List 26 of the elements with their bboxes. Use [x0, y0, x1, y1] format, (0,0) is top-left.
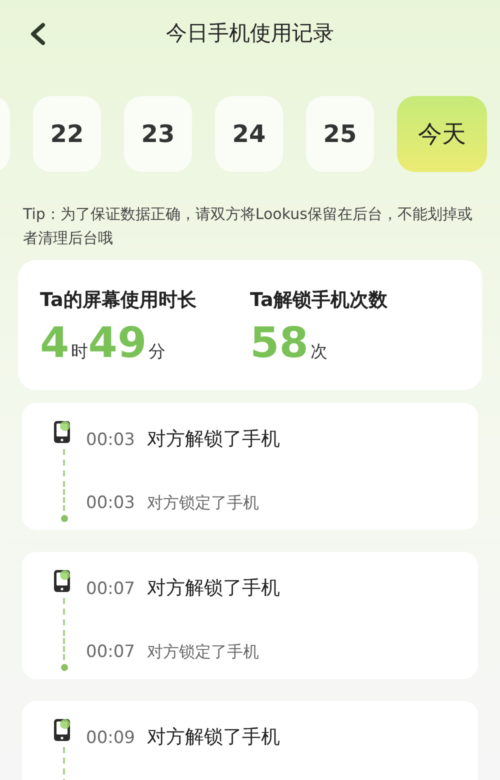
date-tab[interactable]: 23 [124, 96, 192, 172]
event-time: 00:03 [86, 429, 135, 452]
tip-text: Tip：为了保证数据正确，请双方将Lookus保留在后台，不能划掉或者清理后台哦 [23, 204, 474, 249]
page-title: 今日手机使用记录 [166, 20, 334, 48]
stat-unit: 分 [148, 340, 166, 364]
stat-label: Ta解锁手机次数 [250, 288, 388, 313]
date-tab[interactable]: 25 [306, 96, 374, 172]
event-time: 00:07 [86, 578, 135, 601]
event-text: 对方解锁了手机 [147, 725, 280, 750]
stat-unit: 次 [310, 340, 328, 364]
date-tab[interactable]: 22 [33, 96, 101, 172]
event-text: 对方解锁了手机 [147, 576, 280, 601]
event-time: 00:07 [86, 641, 135, 664]
stat-label: Ta的屏幕使用时长 [40, 288, 198, 313]
back-icon[interactable] [28, 22, 48, 46]
date-tab[interactable]: 今天 [397, 96, 487, 172]
stat-number: 49 [88, 316, 147, 368]
stat-unit: 时 [71, 340, 88, 364]
stat-number: 58 [250, 316, 308, 368]
event-time: 00:09 [86, 727, 135, 750]
event-text: 对方解锁了手机 [147, 427, 280, 452]
event-text: 对方锁定了手机 [147, 641, 259, 663]
event-time: 00:03 [86, 492, 135, 515]
event-text: 对方锁定了手机 [147, 492, 259, 514]
date-tab[interactable]: 24 [215, 96, 283, 172]
stat-number: 4 [40, 316, 70, 368]
